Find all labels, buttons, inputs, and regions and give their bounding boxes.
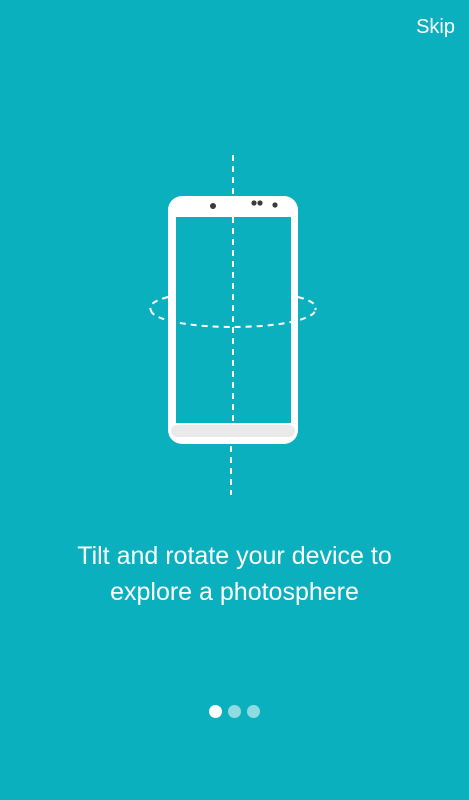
- page-dot-2[interactable]: [228, 705, 241, 718]
- page-dot-3[interactable]: [247, 705, 260, 718]
- onboarding-caption: Tilt and rotate your device to explore a…: [0, 538, 469, 610]
- phone-rotate-icon: [149, 155, 317, 495]
- page-indicator: [0, 705, 469, 718]
- caption-line-1: Tilt and rotate your device to: [77, 542, 392, 570]
- page-dot-1[interactable]: [209, 705, 222, 718]
- caption-line-2: explore a photosphere: [110, 578, 359, 606]
